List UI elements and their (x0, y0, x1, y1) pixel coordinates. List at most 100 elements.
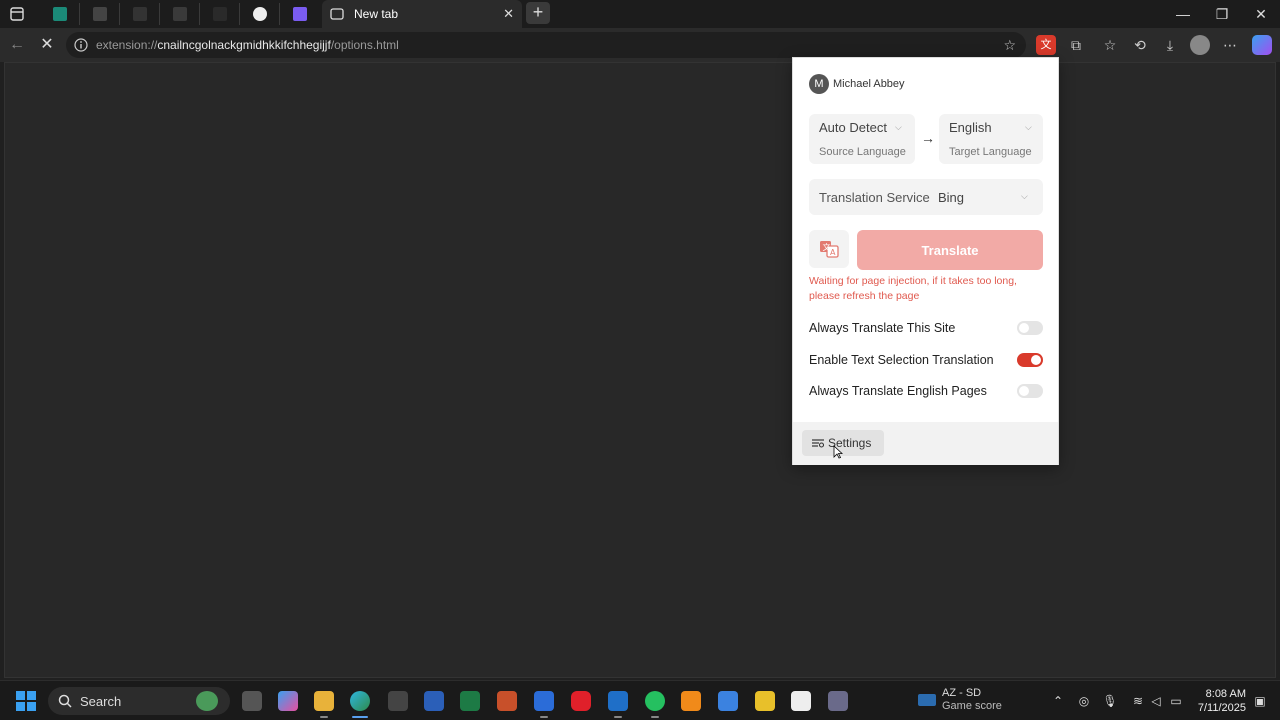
game-score-icon (918, 694, 936, 706)
whatsapp-icon[interactable] (645, 691, 665, 711)
notifications-icon[interactable]: ▣ (1252, 693, 1268, 709)
snipping-tool-icon[interactable] (791, 691, 811, 711)
page-content (4, 62, 1276, 678)
status-message: Waiting for page injection, if it takes … (809, 275, 1017, 302)
pinned-tab-6[interactable] (240, 3, 280, 25)
weather-subtitle: Game score (942, 700, 1002, 712)
screen: New tab ✕ + — ❐ ✕ ← ✕ extension://cnailn… (0, 0, 1280, 720)
volume-icon[interactable]: ◁ (1148, 693, 1164, 709)
search-label: Search (80, 693, 122, 709)
close-tab-icon[interactable]: ✕ (503, 6, 514, 22)
maximize-button[interactable]: ❐ (1203, 0, 1241, 28)
toggle-knob (1019, 386, 1029, 396)
arrow-right-icon: → (921, 130, 935, 146)
option-always-translate-english: Always Translate English Pages (809, 381, 1043, 401)
microphone-icon[interactable]: 🎙 (1102, 693, 1118, 709)
chevron-up-icon[interactable]: ⌃ (1050, 693, 1066, 709)
stop-loading-button[interactable]: ✕ (36, 34, 58, 56)
vlc-icon[interactable] (681, 691, 701, 711)
target-language-value: English (949, 120, 992, 135)
youtube-icon[interactable] (571, 691, 591, 711)
active-tab[interactable]: New tab ✕ (322, 0, 522, 28)
option-always-translate-site: Always Translate This Site (809, 318, 1043, 338)
info-icon[interactable] (74, 38, 88, 52)
dropbox-icon[interactable] (718, 691, 738, 711)
word-icon[interactable] (424, 691, 444, 711)
weather-widget[interactable]: AZ - SD Game score (918, 687, 1002, 713)
address-bar[interactable]: extension://cnailncgolnackgmidhkkifchheg… (66, 32, 1026, 58)
profile-icon[interactable] (1190, 35, 1210, 55)
taskbar: Search AZ - SD Game score ⌃ ◎ 🎙 ≋ ◁ ▭ 8:… (0, 680, 1280, 720)
file-explorer-icon[interactable] (314, 691, 334, 711)
translate-button[interactable]: Translate (857, 230, 1043, 270)
azure-icon[interactable] (534, 691, 554, 711)
clock[interactable]: 8:08 AM 7/11/2025 (1194, 687, 1246, 715)
pinned-tab-3[interactable] (120, 3, 160, 25)
url-host: cnailncgolnackgmidhkkifchhegijjf (157, 38, 331, 52)
start-button[interactable] (16, 691, 36, 711)
settings-button[interactable]: Settings (802, 430, 884, 456)
tab-actions-button[interactable] (6, 3, 28, 25)
text-selection-translation-toggle[interactable] (1017, 353, 1043, 367)
url-scheme: extension:// (96, 38, 158, 52)
triangle-icon (132, 7, 147, 21)
pinned-tab-1[interactable] (40, 3, 80, 25)
taskbar-search[interactable]: Search (48, 687, 230, 715)
extensions-icon[interactable]: ⧉ (1066, 35, 1086, 55)
user-row: M Michael Abbey (809, 74, 905, 94)
browser-toolbar: ← ✕ extension://cnailncgolnackgmidhkkifc… (0, 28, 1280, 62)
more-menu-icon[interactable]: ⋯ (1220, 35, 1240, 55)
url-text: extension://cnailncgolnackgmidhkkifchheg… (96, 38, 399, 52)
settings-sliders-icon (812, 439, 824, 448)
downloads-icon[interactable]: ⤓ (1160, 35, 1180, 55)
option-label: Always Translate English Pages (809, 384, 987, 398)
source-language-label: Source Language (819, 146, 906, 158)
running-indicator (651, 716, 659, 718)
calculator-icon[interactable] (828, 691, 848, 711)
pinned-tab-4[interactable] (160, 3, 200, 25)
wifi-icon[interactable]: ≋ (1130, 693, 1146, 709)
outlook-icon[interactable] (608, 691, 628, 711)
clock-date: 7/11/2025 (1197, 702, 1246, 714)
source-language-value: Auto Detect (819, 120, 887, 135)
toggle-knob (1031, 355, 1041, 365)
minimize-button[interactable]: — (1164, 0, 1202, 28)
pinned-tab-7[interactable] (280, 3, 320, 25)
notes-icon[interactable] (755, 691, 775, 711)
target-language-select[interactable]: English ⌵ Target Language (939, 114, 1043, 164)
always-translate-site-toggle[interactable] (1017, 321, 1043, 335)
excel-icon[interactable] (460, 691, 480, 711)
back-button[interactable]: ← (6, 34, 28, 56)
document-icon (92, 7, 107, 21)
close-window-button[interactable]: ✕ (1242, 0, 1280, 28)
target-language-label: Target Language (949, 146, 1032, 158)
translate-mode-button[interactable]: 文 A (809, 230, 849, 268)
option-label: Enable Text Selection Translation (809, 353, 994, 367)
favorite-star-icon[interactable]: ☆ (1003, 37, 1016, 54)
translation-service-select[interactable]: Translation Service Bing ⌵ (809, 179, 1043, 215)
powerpoint-icon[interactable] (497, 691, 517, 711)
battery-icon[interactable]: ▭ (1168, 693, 1184, 709)
translator-extension-icon[interactable]: 文 (1036, 35, 1056, 55)
copilot-icon[interactable] (1252, 35, 1272, 55)
store-icon[interactable] (388, 691, 408, 711)
running-indicator (320, 716, 328, 718)
option-text-selection-translation: Enable Text Selection Translation (809, 350, 1043, 370)
pinned-tab-2[interactable] (80, 3, 120, 25)
source-language-select[interactable]: Auto Detect ⌵ Source Language (809, 114, 915, 164)
running-indicator (614, 716, 622, 718)
pinned-tab-5[interactable] (200, 3, 240, 25)
copilot-taskbar-icon[interactable] (278, 691, 298, 711)
history-icon[interactable]: ⟲ (1130, 35, 1150, 55)
always-translate-english-toggle[interactable] (1017, 384, 1043, 398)
translate-icon: 文 A (820, 241, 839, 258)
favorites-icon[interactable]: ☆ (1100, 35, 1120, 55)
new-tab-button[interactable]: + (526, 2, 550, 24)
edge-icon[interactable] (350, 691, 370, 711)
sync-icon[interactable]: ◎ (1076, 693, 1092, 709)
translator-popup: M Michael Abbey Auto Detect ⌵ Source Lan… (792, 57, 1059, 465)
translation-service-value: Bing (938, 190, 965, 205)
new-tab-icon (330, 8, 344, 20)
task-view-icon[interactable] (242, 691, 262, 711)
avatar: M (809, 74, 829, 94)
